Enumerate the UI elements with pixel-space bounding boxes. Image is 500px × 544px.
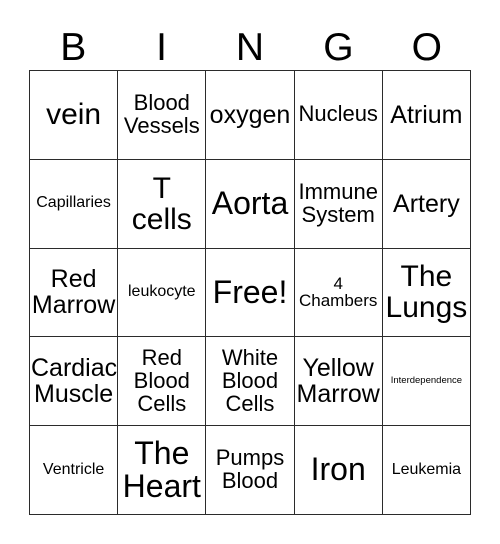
bingo-cell-label: Immune System <box>298 178 378 227</box>
bingo-cell-i2[interactable]: T cells <box>118 159 207 249</box>
bingo-cell-o1[interactable]: Atrium <box>382 71 471 160</box>
bingo-cell-label: Nucleus <box>298 101 378 127</box>
bingo-cell-g4[interactable]: Yellow Marrow <box>294 337 383 427</box>
bingo-cell-b3[interactable]: Red Marrow <box>30 248 119 338</box>
bingo-cell-n2[interactable]: Aorta <box>206 159 295 249</box>
bingo-cell-label: Aorta <box>211 185 289 222</box>
bingo-header-row: B I N G O <box>29 14 471 70</box>
bingo-cell-n5[interactable]: Pumps Blood <box>206 426 295 515</box>
bingo-cell-b2[interactable]: Capillaries <box>30 159 119 249</box>
bingo-cell-label: Pumps Blood <box>215 445 285 494</box>
bingo-cell-label: Atrium <box>390 100 463 129</box>
bingo-cell-label: The Heart <box>122 434 201 505</box>
bingo-cell-label: Yellow Marrow <box>296 354 380 409</box>
header-letter-b: B <box>60 26 87 69</box>
free-space-label: Free! <box>212 273 288 310</box>
bingo-card: B I N G O vein Blood Vessels oxygen Nucl… <box>29 14 471 515</box>
bingo-cell-o2[interactable]: Artery <box>382 159 471 249</box>
bingo-cell-g2[interactable]: Immune System <box>294 159 383 249</box>
bingo-cell-label: White Blood Cells <box>221 344 279 416</box>
bingo-cell-n1[interactable]: oxygen <box>206 71 295 160</box>
bingo-grid: vein Blood Vessels oxygen Nucleus Atrium… <box>29 70 471 515</box>
bingo-cell-label: oxygen <box>209 100 291 129</box>
bingo-cell-free-space[interactable]: Free! <box>206 248 295 338</box>
bingo-cell-o3[interactable]: The Lungs <box>382 248 471 338</box>
bingo-cell-b4[interactable]: Cardiac Muscle <box>30 337 119 427</box>
bingo-cell-i1[interactable]: Blood Vessels <box>118 71 207 160</box>
bingo-cell-n4[interactable]: White Blood Cells <box>206 337 295 427</box>
bingo-cell-label: Interdependence <box>390 375 463 387</box>
bingo-cell-label: Artery <box>393 189 460 218</box>
bingo-cell-label: vein <box>46 98 102 132</box>
bingo-cell-label: Red Blood Cells <box>133 344 190 416</box>
bingo-cell-label: The Lungs <box>385 260 468 325</box>
bingo-cell-label: Cardiac Muscle <box>31 354 118 409</box>
bingo-cell-label: Ventricle <box>42 460 105 478</box>
bingo-cell-i4[interactable]: Red Blood Cells <box>118 337 207 427</box>
bingo-cell-b1[interactable]: vein <box>30 71 119 160</box>
bingo-cell-g1[interactable]: Nucleus <box>294 71 383 160</box>
bingo-cell-label: Red Marrow <box>31 265 116 320</box>
bingo-cell-label: T cells <box>131 171 192 236</box>
bingo-cell-i5[interactable]: The Heart <box>118 426 207 515</box>
bingo-cell-o4[interactable]: Interdependence <box>382 337 471 427</box>
bingo-cell-i3[interactable]: leukocyte <box>118 248 207 338</box>
bingo-cell-g5[interactable]: Iron <box>294 426 383 515</box>
bingo-cell-label: Capillaries <box>36 194 111 212</box>
bingo-cell-label: leukocyte <box>127 283 196 301</box>
bingo-cell-label: Leukemia <box>391 460 462 478</box>
bingo-cell-o5[interactable]: Leukemia <box>382 426 471 515</box>
header-letter-g: G <box>323 26 354 69</box>
header-letter-o: O <box>411 26 442 69</box>
header-letter-n: N <box>235 26 265 69</box>
bingo-cell-label: Blood Vessels <box>123 90 200 138</box>
bingo-cell-g3[interactable]: 4 Chambers <box>294 248 383 338</box>
bingo-cell-b5[interactable]: Ventricle <box>30 426 119 515</box>
header-letter-i: I <box>156 26 167 69</box>
bingo-cell-label: 4 Chambers <box>298 273 378 311</box>
bingo-cell-label: Iron <box>310 451 366 488</box>
